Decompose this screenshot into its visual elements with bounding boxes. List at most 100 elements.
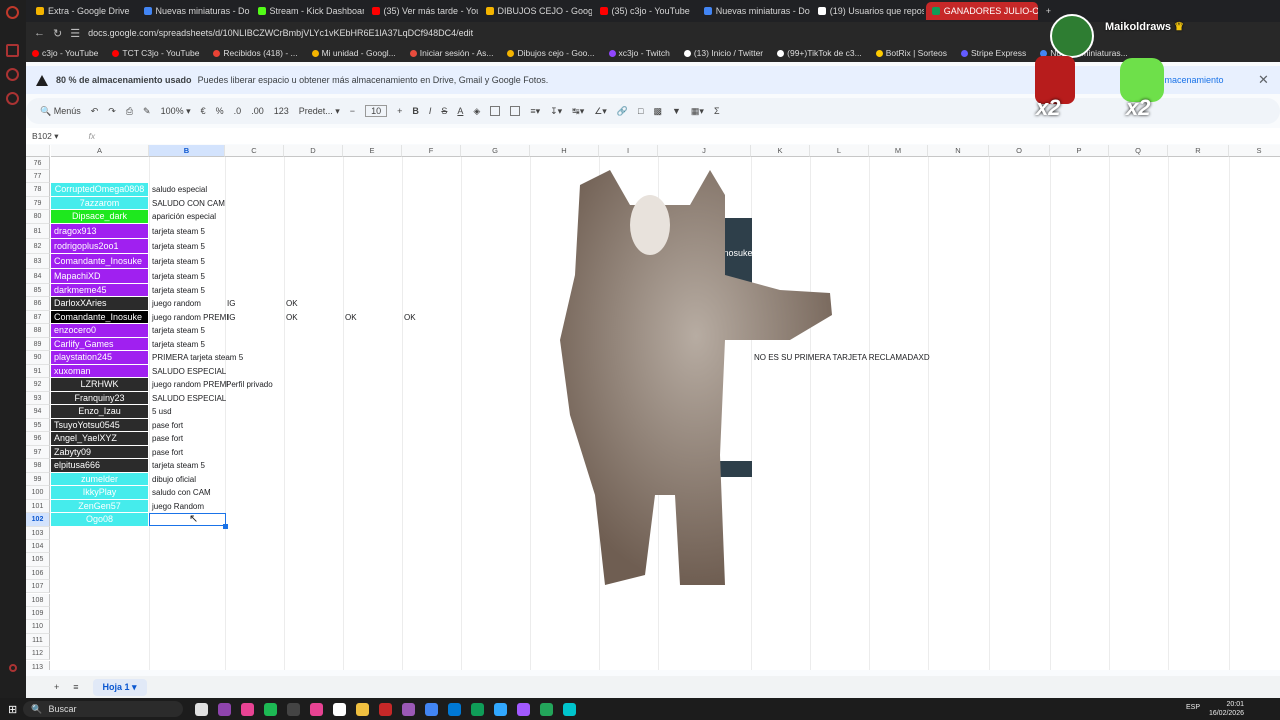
taskbar-app-icon[interactable] bbox=[540, 702, 554, 716]
name-cell[interactable]: playstation245 bbox=[51, 351, 148, 364]
column-header[interactable]: C bbox=[225, 145, 284, 157]
prize-cell[interactable]: SALUDO ESPECIAL bbox=[150, 392, 226, 406]
name-cell[interactable]: 7azzarom bbox=[51, 196, 148, 209]
row-header[interactable]: 91 bbox=[26, 364, 50, 378]
number-format-button[interactable]: 123 bbox=[274, 106, 289, 116]
close-icon[interactable]: ✕ bbox=[1258, 72, 1269, 88]
sidebar-icon[interactable] bbox=[6, 68, 19, 81]
name-cell[interactable]: IkkyPlay bbox=[51, 486, 148, 499]
row-header[interactable]: 97 bbox=[26, 445, 50, 459]
taskbar-app-icon[interactable] bbox=[218, 702, 232, 716]
windows-start-icon[interactable]: ⊞ bbox=[8, 703, 17, 716]
name-cell[interactable]: Comandante_Inosuke bbox=[51, 310, 148, 323]
status-cell[interactable]: OK bbox=[286, 311, 298, 325]
row-header[interactable]: 76 bbox=[26, 157, 50, 170]
prize-cell[interactable]: juego random bbox=[150, 297, 201, 311]
align-icon[interactable]: ≡▾ bbox=[530, 106, 540, 117]
name-cell[interactable]: rodrigoplus2oo1 bbox=[51, 238, 148, 253]
link-icon[interactable]: 🔗 bbox=[617, 106, 628, 117]
undo-icon[interactable]: ↶ bbox=[91, 106, 99, 117]
status-cell[interactable]: OK bbox=[286, 297, 298, 311]
column-header[interactable]: O bbox=[989, 145, 1050, 157]
filter-icon[interactable]: ▼ bbox=[672, 106, 681, 116]
name-cell[interactable]: Dipsace_dark bbox=[51, 210, 148, 223]
browser-tab[interactable]: GANADORES JULIO-OCT bbox=[925, 2, 1038, 20]
text-color-icon[interactable]: A bbox=[457, 106, 463, 116]
strikethrough-icon[interactable]: S bbox=[441, 106, 447, 116]
prize-cell[interactable]: juego Random bbox=[150, 500, 204, 514]
browser-tab[interactable]: Nuevas miniaturas - Docs bbox=[698, 2, 810, 20]
add-sheet-icon[interactable]: + bbox=[54, 682, 59, 692]
row-header[interactable]: 110 bbox=[26, 620, 50, 634]
browser-tab[interactable]: Extra - Google Drive bbox=[30, 2, 136, 20]
bookmark-item[interactable]: TCT C3jo - YouTube bbox=[112, 48, 199, 58]
taskbar-app-icon[interactable] bbox=[471, 702, 485, 716]
row-header[interactable]: 83 bbox=[26, 253, 50, 269]
taskbar-app-icon[interactable] bbox=[356, 702, 370, 716]
bookmark-item[interactable]: c3jo - YouTube bbox=[32, 48, 98, 58]
taskbar-app-icon[interactable] bbox=[494, 702, 508, 716]
taskbar-app-icon[interactable] bbox=[241, 702, 255, 716]
functions-icon[interactable]: Σ bbox=[714, 106, 720, 116]
status-cell[interactable]: Perfil privado bbox=[226, 378, 273, 392]
name-cell[interactable]: elpitusa666 bbox=[51, 459, 148, 472]
row-header[interactable]: 80 bbox=[26, 210, 50, 224]
browser-tab[interactable]: Stream - Kick Dashboard bbox=[252, 2, 364, 20]
column-header[interactable]: J bbox=[658, 145, 751, 157]
taskbar-app-icon[interactable] bbox=[448, 702, 462, 716]
sidebar-icon[interactable] bbox=[6, 44, 19, 57]
bookmark-item[interactable]: (13) Inicio / Twitter bbox=[683, 48, 763, 58]
name-cell[interactable]: Enzo_Izau bbox=[51, 405, 148, 418]
column-header[interactable]: M bbox=[869, 145, 928, 157]
name-cell[interactable]: CorruptedOmega0808 bbox=[51, 183, 148, 196]
fill-handle[interactable] bbox=[223, 524, 228, 529]
row-header[interactable]: 104 bbox=[26, 539, 50, 554]
new-tab-icon[interactable]: + bbox=[1040, 2, 1057, 20]
prize-cell[interactable]: tarjeta steam 5 bbox=[150, 338, 205, 352]
selected-cell[interactable] bbox=[149, 513, 226, 526]
font-select[interactable]: Predet... ▾ bbox=[299, 106, 340, 117]
name-cell[interactable]: dragox913 bbox=[51, 223, 148, 238]
taskbar-app-icon[interactable] bbox=[264, 702, 278, 716]
row-header[interactable]: 88 bbox=[26, 324, 50, 338]
name-cell[interactable]: TsuyoYotsu0545 bbox=[51, 418, 148, 431]
name-cell[interactable]: Franquiny23 bbox=[51, 391, 148, 404]
browser-tab[interactable]: (35) Ver más tarde - YouTube bbox=[366, 2, 478, 20]
column-header[interactable]: L bbox=[810, 145, 869, 157]
browser-tab[interactable]: (35) c3jo - YouTube bbox=[594, 2, 696, 20]
bookmark-item[interactable]: (99+)TikTok de c3... bbox=[777, 48, 862, 58]
percent-button[interactable]: % bbox=[216, 106, 224, 116]
row-header[interactable]: 85 bbox=[26, 283, 50, 297]
redo-icon[interactable]: ↷ bbox=[108, 106, 116, 117]
row-header[interactable]: 100 bbox=[26, 486, 50, 500]
prize-cell[interactable]: dibujo oficial bbox=[150, 473, 196, 487]
column-header[interactable]: K bbox=[751, 145, 810, 157]
taskbar-app-icon[interactable] bbox=[517, 702, 531, 716]
reload-icon[interactable]: ↻ bbox=[53, 27, 62, 40]
name-cell[interactable]: enzocero0 bbox=[51, 324, 148, 337]
column-header[interactable]: P bbox=[1050, 145, 1109, 157]
name-cell[interactable]: Comandante_Inosuke bbox=[51, 253, 148, 268]
bookmark-item[interactable]: Dibujos cejo - Goo... bbox=[507, 48, 595, 58]
row-header[interactable]: 89 bbox=[26, 337, 50, 351]
back-icon[interactable]: ← bbox=[34, 27, 45, 39]
row-header[interactable]: 105 bbox=[26, 553, 50, 567]
column-header[interactable]: Q bbox=[1109, 145, 1168, 157]
column-header[interactable]: D bbox=[284, 145, 343, 157]
column-header[interactable]: S bbox=[1229, 145, 1280, 157]
taskbar-app-icon[interactable] bbox=[563, 702, 577, 716]
column-header[interactable]: G bbox=[461, 145, 530, 157]
status-cell[interactable]: OK bbox=[345, 311, 357, 325]
site-info-icon[interactable]: ☰ bbox=[70, 27, 80, 40]
row-header[interactable]: 94 bbox=[26, 405, 50, 419]
currency-button[interactable]: € bbox=[201, 106, 206, 116]
column-header[interactable]: R bbox=[1168, 145, 1229, 157]
font-size-field[interactable]: 10 bbox=[365, 105, 388, 117]
status-cell[interactable]: IG bbox=[227, 297, 235, 311]
prize-cell[interactable]: tarjeta steam 5 bbox=[150, 239, 205, 254]
row-header[interactable]: 78 bbox=[26, 183, 50, 197]
taskbar-app-icon[interactable] bbox=[287, 702, 301, 716]
row-header[interactable]: 95 bbox=[26, 418, 50, 432]
prize-cell[interactable]: SALUDO ESPECIAL bbox=[150, 365, 226, 379]
font-size-increase-icon[interactable]: + bbox=[397, 106, 402, 116]
